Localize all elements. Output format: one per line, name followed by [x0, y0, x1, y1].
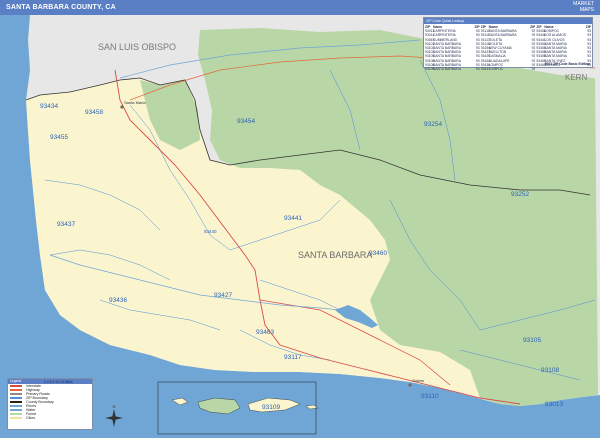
lookup-row [536, 67, 591, 71]
town-dot-goleta [408, 383, 412, 387]
zip-93108[interactable]: 93108 [541, 367, 559, 374]
compass-north-label: N [113, 404, 116, 409]
lookup-cell: 93 [531, 66, 536, 71]
legend-swatch [10, 397, 22, 399]
zip-lookup-table: ZIP Code Quick Lookup ZIP Name ZIP 93013 CAR… [423, 17, 593, 71]
zip-93252[interactable]: 93252 [511, 191, 529, 198]
town-goleta: Goleta [412, 378, 425, 383]
lookup-column: ZIP Name ZIP 93110 SANTA BARBARA 93 93111 SANTA… [481, 25, 536, 71]
zip-93455[interactable]: 93455 [50, 134, 68, 141]
zip-93110[interactable]: 93110 [421, 393, 439, 400]
zip-93436[interactable]: 93436 [109, 297, 127, 304]
zip-93117[interactable]: 93117 [284, 354, 302, 361]
town-santa-maria: Santa Maria [124, 100, 146, 105]
lookup-cell: 93109 [425, 66, 435, 71]
zip-93463[interactable]: 93463 [256, 329, 274, 336]
zip-93460[interactable]: 93460 [369, 250, 387, 257]
zip-93254[interactable]: 93254 [424, 121, 442, 128]
scale-bar: 0 2.5 5 10 15 Miles [44, 380, 73, 384]
zip-93105[interactable]: 93105 [523, 337, 541, 344]
zip-93434[interactable]: 93434 [40, 103, 58, 110]
legend-swatch [10, 385, 22, 387]
county-map[interactable]: SAN LUIS OBISPO KERN SANTA BARBARA Santa… [0, 15, 600, 438]
lookup-cell [536, 67, 544, 71]
label-kern: KERN [565, 73, 587, 82]
lookup-cell: 93437 [480, 66, 491, 71]
legend-swatch [10, 413, 22, 415]
legend-swatch [10, 409, 22, 411]
zip-93441[interactable]: 93441 [284, 215, 302, 222]
zip-93013[interactable]: 93013 [545, 401, 563, 408]
label-santa-barbara: SANTA BARBARA [298, 250, 372, 260]
lookup-column: ZIP Name ZIP 93013 CARPINTERIA 93 93014 CARPINT… [425, 25, 480, 71]
lookup-edition: 2023 ZIP Code Basic Edition [544, 62, 590, 66]
zip-93427[interactable]: 93427 [214, 292, 232, 299]
legend-swatch [10, 401, 22, 403]
map-title-bar: SANTA BARBARA COUNTY, CA MARKET MAPS [0, 0, 600, 15]
publisher-logo: MARKET MAPS [573, 1, 594, 13]
label-san-luis-obispo: SAN LUIS OBISPO [98, 42, 176, 52]
map-legend: Legend Interstate Highway Primary Roads ZIP… [7, 378, 93, 430]
map-title: SANTA BARBARA COUNTY, CA [6, 4, 116, 11]
town-dot-santa-maria [120, 105, 124, 109]
publisher-line2: MAPS [579, 6, 594, 13]
lookup-cell: 93 [475, 66, 480, 71]
lookup-cell: LOMPOC [488, 66, 504, 71]
zip-93458[interactable]: 93458 [85, 109, 103, 116]
legend-label: Cities [26, 416, 35, 420]
lookup-row: 93109 SANTA BARBARA 93 [425, 67, 480, 71]
zip-93440[interactable]: 93440 [204, 229, 217, 234]
lookup-cell [544, 67, 585, 71]
legend-swatch [10, 405, 22, 407]
legend-item: Cities [8, 416, 92, 420]
lookup-cell: SANTA BARBARA [433, 66, 462, 71]
lookup-cell [585, 67, 591, 71]
legend-swatch [10, 389, 22, 391]
zip-93437[interactable]: 93437 [57, 221, 75, 228]
zip-93109[interactable]: 93109 [262, 404, 280, 411]
legend-swatch [10, 417, 22, 419]
zip-93454[interactable]: 93454 [237, 118, 255, 125]
lookup-row: 93437 LOMPOC 93 [481, 67, 536, 71]
legend-swatch [10, 393, 22, 395]
